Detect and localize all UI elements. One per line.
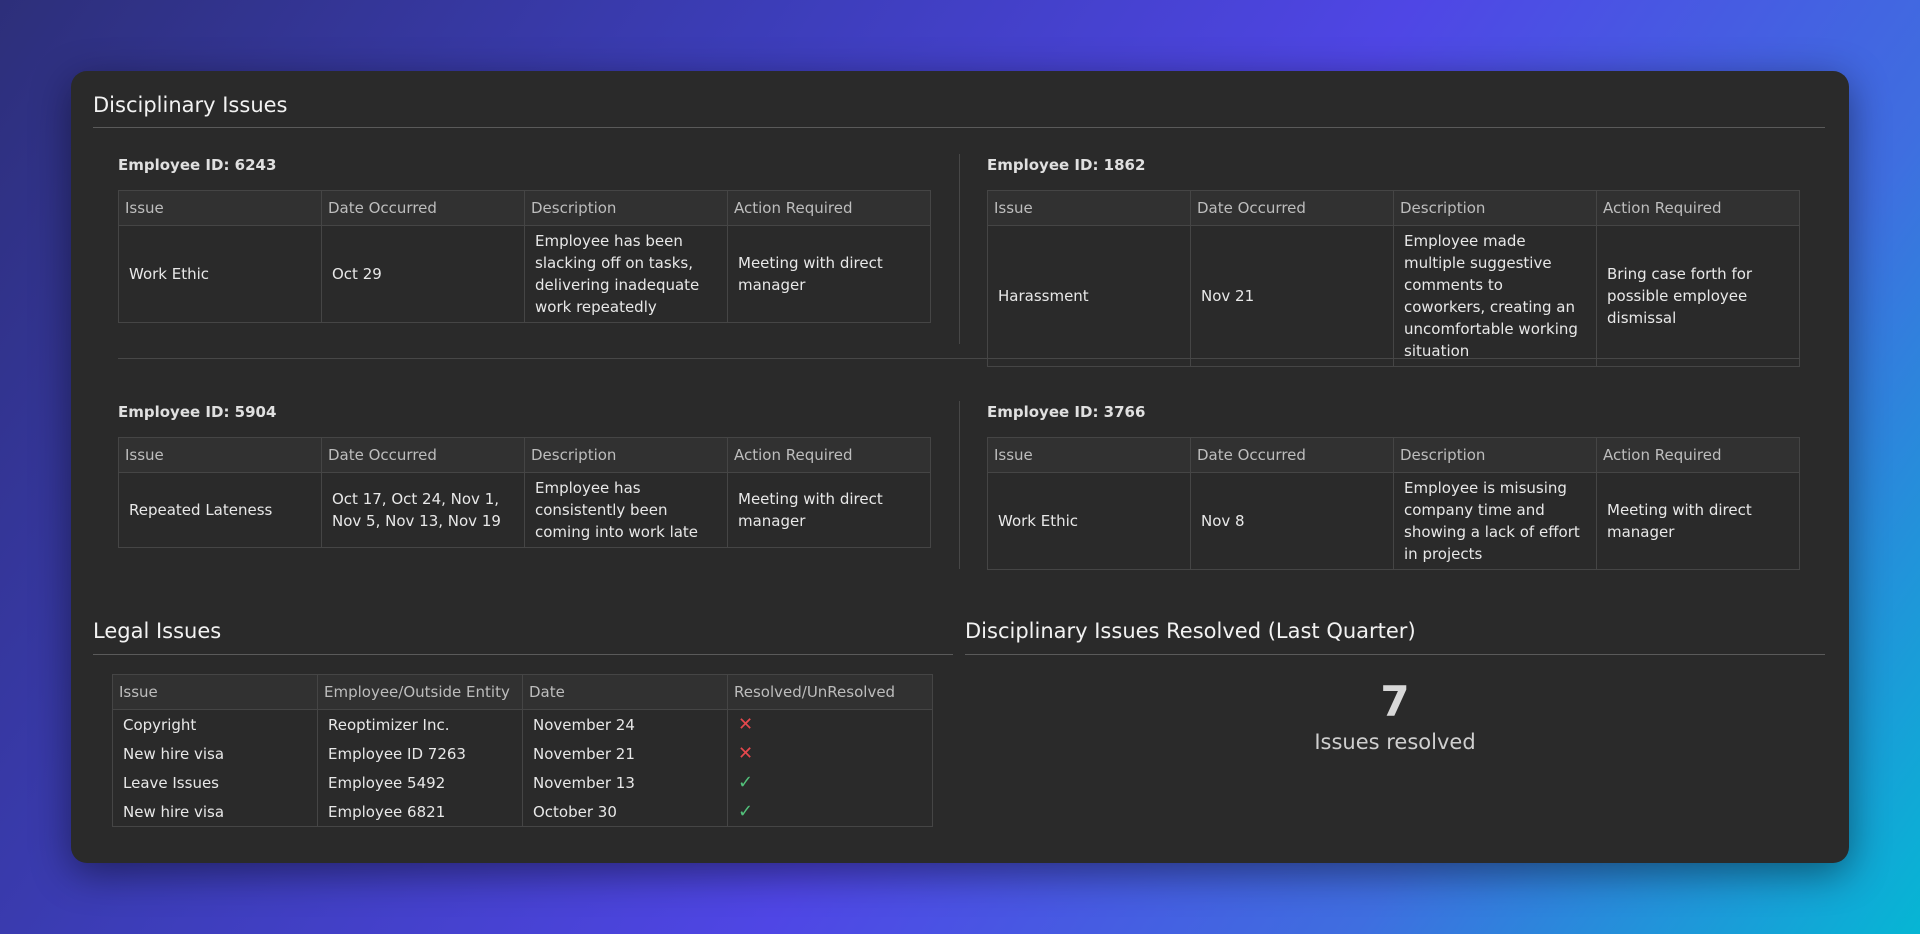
column-header-description: Description <box>1393 190 1597 226</box>
table-row: Copyright Reoptimizer Inc. November 24 ✕ <box>112 709 933 739</box>
legal-section-title: Legal Issues <box>93 619 222 643</box>
date-cell: November 21 <box>522 739 728 768</box>
employee-block-5904: Employee ID: 5904 Issue Date Occurred De… <box>118 403 931 548</box>
entity-cell: Employee 5492 <box>317 768 523 797</box>
check-icon: ✓ <box>738 772 754 793</box>
employee-issue-table: Issue Date Occurred Description Action R… <box>118 190 931 323</box>
column-header-action: Action Required <box>727 437 931 473</box>
issue-cell: Leave Issues <box>112 768 318 797</box>
action-cell: Meeting with direct manager <box>727 225 931 323</box>
status-cell: ✓ <box>727 797 933 827</box>
dashboard-panel: Disciplinary Issues Employee ID: 6243 Is… <box>71 71 1849 863</box>
status-cell: ✕ <box>727 709 933 739</box>
column-header-status: Resolved/UnResolved <box>727 674 933 710</box>
legal-title-divider <box>93 654 953 655</box>
column-header-action: Action Required <box>727 190 931 226</box>
employee-id-label: Employee ID: 1862 <box>987 156 1146 174</box>
table-header-row: Issue Employee/Outside Entity Date Resol… <box>112 674 933 710</box>
employee-issue-table: Issue Date Occurred Description Action R… <box>118 437 931 548</box>
entity-cell: Reoptimizer Inc. <box>317 709 523 739</box>
date-cell: Oct 17, Oct 24, Nov 1, Nov 5, Nov 13, No… <box>321 472 525 548</box>
column-header-action: Action Required <box>1596 190 1800 226</box>
issue-cell: Work Ethic <box>118 225 322 323</box>
column-header-issue: Issue <box>112 674 318 710</box>
employee-block-1862: Employee ID: 1862 Issue Date Occurred De… <box>987 156 1800 367</box>
entity-cell: Employee 6821 <box>317 797 523 827</box>
employee-issue-table: Issue Date Occurred Description Action R… <box>987 437 1800 570</box>
employee-row-divider <box>118 358 1800 359</box>
table-row: Work Ethic Nov 8 Employee is misusing co… <box>987 472 1800 570</box>
issue-cell: New hire visa <box>112 797 318 827</box>
issues-resolved-count: 7 <box>1380 677 1410 726</box>
table-header-row: Issue Date Occurred Description Action R… <box>987 437 1800 473</box>
employee-id-label: Employee ID: 6243 <box>118 156 277 174</box>
date-cell: Oct 29 <box>321 225 525 323</box>
description-cell: Employee is misusing company time and sh… <box>1393 472 1597 570</box>
check-icon: ✓ <box>738 801 754 822</box>
table-row: Leave Issues Employee 5492 November 13 ✓ <box>112 768 933 797</box>
column-header-issue: Issue <box>118 437 322 473</box>
action-cell: Meeting with direct manager <box>1596 472 1800 570</box>
description-cell: Employee made multiple suggestive commen… <box>1393 225 1597 367</box>
column-header-date: Date Occurred <box>1190 437 1394 473</box>
description-cell: Employee has been slacking off on tasks,… <box>524 225 728 323</box>
table-row: Work Ethic Oct 29 Employee has been slac… <box>118 225 931 323</box>
description-cell: Employee has consistently been coming in… <box>524 472 728 548</box>
column-header-issue: Issue <box>987 190 1191 226</box>
table-row: Repeated Lateness Oct 17, Oct 24, Nov 1,… <box>118 472 931 548</box>
status-cell: ✓ <box>727 768 933 797</box>
x-icon: ✕ <box>738 743 754 764</box>
employee-id-label: Employee ID: 5904 <box>118 403 277 421</box>
action-cell: Meeting with direct manager <box>727 472 931 548</box>
date-cell: November 24 <box>522 709 728 739</box>
resolved-title-divider <box>965 654 1825 655</box>
x-icon: ✕ <box>738 714 754 735</box>
date-cell: Nov 21 <box>1190 225 1394 367</box>
employee-block-6243: Employee ID: 6243 Issue Date Occurred De… <box>118 156 931 323</box>
date-cell: November 13 <box>522 768 728 797</box>
date-cell: October 30 <box>522 797 728 827</box>
column-header-date: Date Occurred <box>1190 190 1394 226</box>
status-cell: ✕ <box>727 739 933 768</box>
resolved-section-title: Disciplinary Issues Resolved (Last Quart… <box>965 619 1416 643</box>
table-row: New hire visa Employee 6821 October 30 ✓ <box>112 797 933 827</box>
issue-cell: Repeated Lateness <box>118 472 322 548</box>
issue-cell: Work Ethic <box>987 472 1191 570</box>
issue-cell: Harassment <box>987 225 1191 367</box>
column-header-issue: Issue <box>987 437 1191 473</box>
date-cell: Nov 8 <box>1190 472 1394 570</box>
table-row: Harassment Nov 21 Employee made multiple… <box>987 225 1800 367</box>
disciplinary-title-divider <box>93 127 1825 128</box>
table-header-row: Issue Date Occurred Description Action R… <box>118 437 931 473</box>
entity-cell: Employee ID 7263 <box>317 739 523 768</box>
column-header-date: Date Occurred <box>321 437 525 473</box>
employee-issue-table: Issue Date Occurred Description Action R… <box>987 190 1800 367</box>
column-header-date: Date <box>522 674 728 710</box>
column-divider <box>959 154 960 344</box>
column-header-description: Description <box>524 190 728 226</box>
table-row: New hire visa Employee ID 7263 November … <box>112 739 933 768</box>
employee-block-3766: Employee ID: 3766 Issue Date Occurred De… <box>987 403 1800 570</box>
column-divider <box>959 401 960 569</box>
column-header-issue: Issue <box>118 190 322 226</box>
issue-cell: Copyright <box>112 709 318 739</box>
disciplinary-section-title: Disciplinary Issues <box>93 93 288 117</box>
action-cell: Bring case forth for possible employee d… <box>1596 225 1800 367</box>
table-header-row: Issue Date Occurred Description Action R… <box>987 190 1800 226</box>
column-header-description: Description <box>524 437 728 473</box>
issue-cell: New hire visa <box>112 739 318 768</box>
issues-resolved-label: Issues resolved <box>1314 730 1476 754</box>
employee-id-label: Employee ID: 3766 <box>987 403 1146 421</box>
column-header-entity: Employee/Outside Entity <box>317 674 523 710</box>
table-header-row: Issue Date Occurred Description Action R… <box>118 190 931 226</box>
column-header-date: Date Occurred <box>321 190 525 226</box>
column-header-description: Description <box>1393 437 1597 473</box>
legal-issues-table: Issue Employee/Outside Entity Date Resol… <box>112 674 933 827</box>
column-header-action: Action Required <box>1596 437 1800 473</box>
